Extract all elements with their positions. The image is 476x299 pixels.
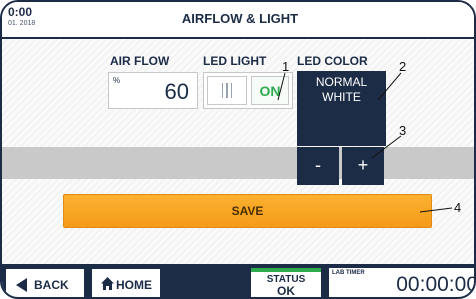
- callout-line-2: [377, 72, 402, 101]
- device-screen: 0:00 01. 2018 AIRFLOW & LIGHT AIR FLOW L…: [0, 0, 476, 299]
- home-icon: [101, 277, 114, 290]
- callout-line-4: [419, 207, 453, 213]
- back-button[interactable]: BACK: [6, 269, 84, 297]
- lab-timer[interactable]: LAB TIMER 00:00:00: [329, 268, 476, 297]
- callout-line-1: [277, 72, 286, 101]
- callout-lines: [277, 72, 453, 213]
- back-label: BACK: [34, 278, 69, 292]
- lab-timer-value: 00:00:00: [396, 273, 476, 296]
- callout-line-3: [371, 135, 402, 159]
- status-indicator: STATUS OK: [251, 268, 321, 298]
- callout-4: 4: [454, 200, 462, 215]
- home-label: HOME: [116, 278, 152, 292]
- callout-1: 1: [282, 59, 290, 74]
- status-value: OK: [277, 284, 295, 298]
- callout-2: 2: [399, 59, 407, 74]
- home-button[interactable]: HOME: [92, 269, 160, 297]
- lab-timer-label: LAB TIMER: [332, 270, 365, 276]
- back-arrow-icon: [16, 278, 27, 292]
- callout-3: 3: [399, 123, 407, 138]
